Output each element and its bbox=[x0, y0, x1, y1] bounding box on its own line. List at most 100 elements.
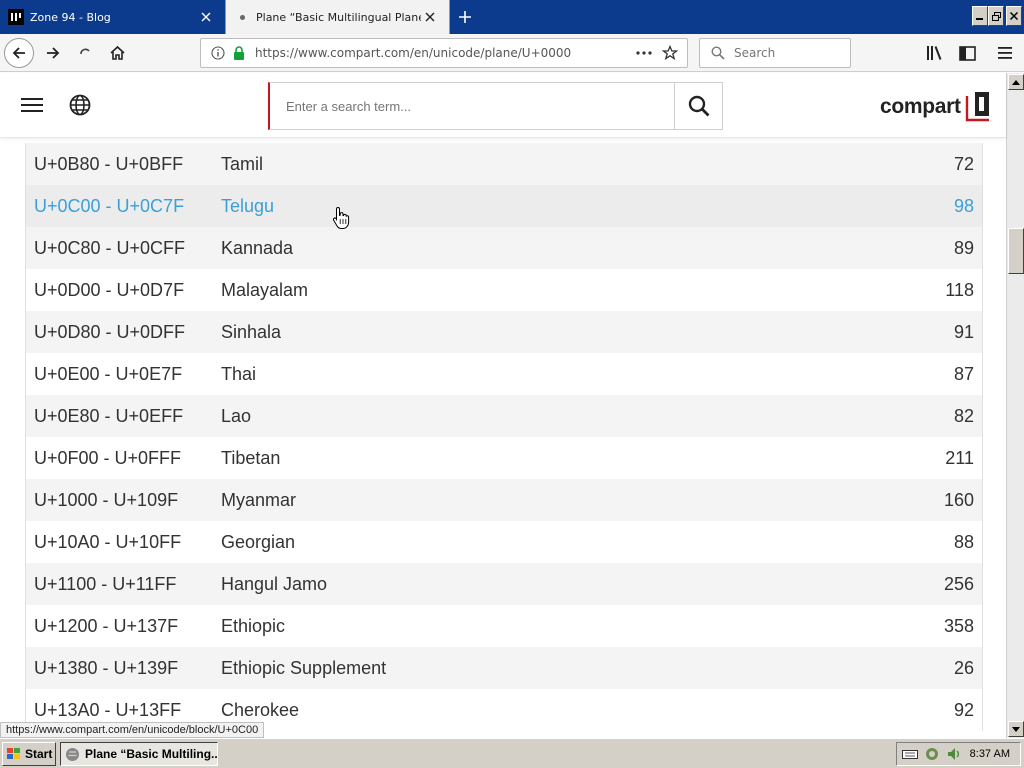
block-character-count: 92 bbox=[953, 699, 974, 720]
scroll-up-arrow-icon[interactable] bbox=[1008, 74, 1024, 90]
block-range-link[interactable]: U+0B80 - U+0BFF bbox=[34, 154, 183, 175]
close-window-button[interactable] bbox=[1006, 6, 1022, 26]
block-row[interactable]: U+1000 - U+109F Myanmar 160 bbox=[26, 479, 982, 521]
block-name-link[interactable]: Tibetan bbox=[221, 448, 280, 469]
block-row[interactable]: U+0E00 - U+0E7F Thai 87 bbox=[26, 353, 982, 395]
block-range-link[interactable]: U+0E00 - U+0E7F bbox=[34, 364, 182, 385]
block-row[interactable]: U+0D00 - U+0D7F Malayalam 118 bbox=[26, 269, 982, 311]
sidebar-icon bbox=[958, 45, 976, 61]
block-name-link[interactable]: Myanmar bbox=[221, 490, 296, 511]
block-name-link[interactable]: Sinhala bbox=[221, 322, 281, 343]
volume-icon[interactable] bbox=[945, 745, 963, 763]
forward-button[interactable] bbox=[38, 38, 68, 68]
info-icon[interactable] bbox=[209, 44, 227, 62]
browser-search-input[interactable] bbox=[734, 46, 834, 60]
block-character-count: 211 bbox=[945, 447, 974, 468]
block-row[interactable]: U+0E80 - U+0EFF Lao 82 bbox=[26, 395, 982, 437]
block-name-link[interactable]: Thai bbox=[221, 364, 256, 385]
block-range-link[interactable]: U+0C80 - U+0CFF bbox=[34, 238, 185, 259]
block-name-link[interactable]: Telugu bbox=[221, 196, 274, 217]
tab-basic-multilingual-plane[interactable]: Plane “Basic Multilingual Plane” bbox=[225, 0, 450, 34]
compart-logo[interactable]: compart bbox=[880, 91, 992, 123]
block-character-count: 72 bbox=[953, 153, 974, 174]
block-row[interactable]: U+1380 - U+139F Ethiopic Supplement 26 bbox=[26, 647, 982, 689]
reload-button[interactable] bbox=[70, 38, 100, 68]
globe-icon bbox=[69, 94, 91, 116]
tab-zone94-blog[interactable]: Zone 94 - Blog bbox=[0, 0, 225, 34]
block-row[interactable]: U+10A0 - U+10FF Georgian 88 bbox=[26, 521, 982, 563]
block-range-link[interactable]: U+13A0 - U+13FF bbox=[34, 700, 181, 721]
minimize-icon bbox=[976, 18, 983, 20]
arrow-left-icon bbox=[12, 47, 25, 59]
open-menu-button[interactable] bbox=[990, 38, 1020, 68]
block-range-link[interactable]: U+1200 - U+137F bbox=[34, 616, 178, 637]
block-character-count: 82 bbox=[953, 405, 974, 426]
block-range-link[interactable]: U+10A0 - U+10FF bbox=[34, 532, 181, 553]
status-link-preview: https://www.compart.com/en/unicode/block… bbox=[0, 722, 265, 738]
vertical-scrollbar[interactable] bbox=[1006, 73, 1024, 738]
block-name-link[interactable]: Lao bbox=[221, 406, 251, 427]
scroll-down-arrow-icon[interactable] bbox=[1008, 721, 1024, 737]
block-character-count: 256 bbox=[943, 573, 974, 594]
block-name-link[interactable]: Tamil bbox=[221, 154, 263, 175]
language-button[interactable] bbox=[68, 93, 92, 117]
block-character-count: 98 bbox=[953, 195, 974, 216]
back-button[interactable] bbox=[4, 38, 34, 68]
keyboard-icon[interactable] bbox=[901, 745, 919, 763]
block-name-link[interactable]: Cherokee bbox=[221, 700, 299, 721]
tab-title: Zone 94 - Blog bbox=[30, 10, 111, 24]
start-button[interactable]: Start bbox=[2, 742, 56, 766]
home-button[interactable] bbox=[102, 38, 132, 68]
site-search-input[interactable] bbox=[270, 83, 674, 129]
block-row[interactable]: U+1200 - U+137F Ethiopic 358 bbox=[26, 605, 982, 647]
taskbar-item-label: Plane “Basic Multiling... bbox=[85, 747, 218, 761]
block-name-link[interactable]: Georgian bbox=[221, 532, 295, 553]
browser-search-box[interactable] bbox=[699, 38, 851, 68]
block-range-link[interactable]: U+0D00 - U+0D7F bbox=[34, 280, 184, 301]
network-icon[interactable] bbox=[923, 745, 941, 763]
logo-mark-icon bbox=[965, 92, 991, 122]
block-name-link[interactable]: Malayalam bbox=[221, 280, 308, 301]
block-row[interactable]: U+0C80 - U+0CFF Kannada 89 bbox=[26, 227, 982, 269]
block-name-link[interactable]: Ethiopic bbox=[221, 616, 285, 637]
block-row[interactable]: U+0B80 - U+0BFF Tamil 72 bbox=[26, 143, 982, 185]
plus-icon bbox=[459, 11, 471, 23]
hand-pointer-cursor-icon bbox=[332, 206, 350, 229]
restore-button[interactable] bbox=[988, 6, 1004, 26]
block-range-link[interactable]: U+1000 - U+109F bbox=[34, 490, 178, 511]
page-actions-icon[interactable] bbox=[633, 43, 655, 63]
site-search-button[interactable] bbox=[674, 83, 722, 129]
scrollbar-thumb[interactable] bbox=[1008, 228, 1024, 274]
library-button[interactable] bbox=[920, 38, 950, 68]
url-text[interactable]: https://www.compart.com/en/unicode/plane… bbox=[255, 46, 633, 60]
block-character-count: 88 bbox=[953, 531, 974, 552]
block-range-link[interactable]: U+1100 - U+11FF bbox=[34, 574, 176, 595]
block-character-count: 87 bbox=[953, 363, 974, 384]
site-menu-button[interactable] bbox=[20, 93, 44, 117]
block-name-link[interactable]: Hangul Jamo bbox=[221, 574, 327, 595]
block-range-link[interactable]: U+1380 - U+139F bbox=[34, 658, 178, 679]
sidebar-button[interactable] bbox=[952, 38, 982, 68]
taskbar-item-browser[interactable]: Plane “Basic Multiling... bbox=[60, 742, 218, 766]
navigation-toolbar: https://www.compart.com/en/unicode/plane… bbox=[0, 34, 1024, 72]
block-row[interactable]: U+0F00 - U+0FFF Tibetan 211 bbox=[26, 437, 982, 479]
block-row[interactable]: U+0C00 - U+0C7F Telugu 98 bbox=[26, 185, 982, 227]
block-range-link[interactable]: U+0F00 - U+0FFF bbox=[34, 448, 181, 469]
block-range-link[interactable]: U+0C00 - U+0C7F bbox=[34, 196, 184, 217]
address-bar[interactable]: https://www.compart.com/en/unicode/plane… bbox=[200, 38, 688, 68]
block-character-count: 358 bbox=[943, 615, 974, 636]
block-name-link[interactable]: Kannada bbox=[221, 238, 293, 259]
block-row[interactable]: U+1100 - U+11FF Hangul Jamo 256 bbox=[26, 563, 982, 605]
new-tab-button[interactable] bbox=[454, 6, 476, 28]
minimize-button[interactable] bbox=[972, 6, 988, 26]
close-icon[interactable] bbox=[421, 8, 439, 26]
block-character-count: 160 bbox=[943, 489, 974, 510]
block-row[interactable]: U+0D80 - U+0DFF Sinhala 91 bbox=[26, 311, 982, 353]
block-character-count: 118 bbox=[945, 279, 974, 300]
bookmark-star-icon[interactable] bbox=[659, 43, 681, 63]
close-icon[interactable] bbox=[197, 8, 215, 26]
block-range-link[interactable]: U+0E80 - U+0EFF bbox=[34, 406, 183, 427]
logo-text: compart bbox=[880, 95, 961, 118]
block-name-link[interactable]: Ethiopic Supplement bbox=[221, 658, 386, 679]
block-range-link[interactable]: U+0D80 - U+0DFF bbox=[34, 322, 185, 343]
